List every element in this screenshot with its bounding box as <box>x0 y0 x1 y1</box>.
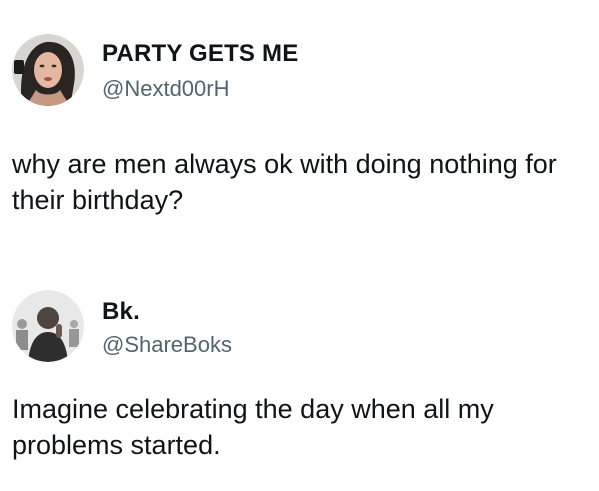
user-handle[interactable]: @ShareBoks <box>102 332 232 358</box>
user-handle[interactable]: @Nextd00rH <box>102 76 230 102</box>
tweet-text: why are men always ok with doing nothing… <box>12 149 557 215</box>
display-name[interactable]: PARTY GETS ME <box>102 40 298 68</box>
avatar-photo <box>12 290 84 362</box>
avatar[interactable] <box>12 290 84 362</box>
display-name[interactable]: Bk. <box>102 298 140 326</box>
tweet-card[interactable]: Bk. @ShareBoks Imagine celebrating the d… <box>0 268 599 491</box>
avatar[interactable] <box>12 34 84 106</box>
tweet-card[interactable]: PARTY GETS ME @Nextd00rH why are men alw… <box>0 0 599 245</box>
avatar-photo <box>12 34 84 106</box>
tweet-text: Imagine celebrating the day when all my … <box>12 394 494 460</box>
